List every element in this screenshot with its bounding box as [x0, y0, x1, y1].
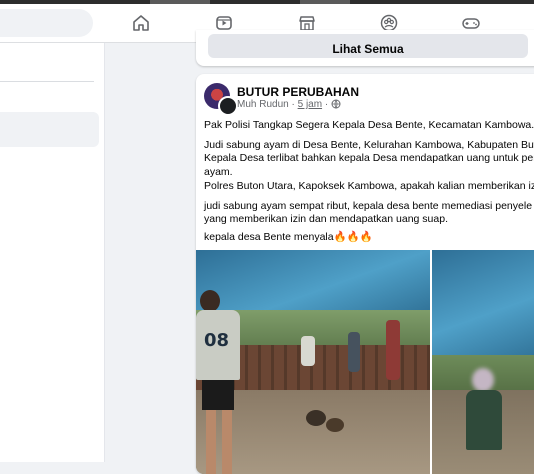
meta-separator-2: ·	[324, 99, 329, 110]
shirt-number: 08	[204, 330, 230, 351]
see-all-label: Lihat Semua	[332, 42, 404, 56]
sidebar-divider	[0, 81, 94, 82]
post-paragraph-5: kepala desa Bente menyala🔥🔥🔥	[204, 231, 373, 243]
photo-spectator-2	[348, 332, 360, 372]
photo-spectator-3	[301, 336, 315, 366]
photo2-blurred-face	[472, 368, 494, 392]
post-paragraph-2: Judi sabung ayam di Desa Bente, Keluraha…	[204, 139, 534, 178]
home-icon[interactable]	[130, 12, 152, 34]
post-paragraph-3: Polres Buton Utara, Kapoksek Kambowa, ap…	[204, 180, 534, 192]
post-paragraph-4: judi sabung ayam sempat ribut, kepala de…	[204, 200, 533, 226]
author-name[interactable]: Muh Rudun	[237, 99, 289, 110]
rooster-right	[326, 418, 344, 432]
search-input[interactable]	[0, 9, 93, 37]
globe-icon	[331, 99, 341, 112]
left-sidebar	[0, 43, 105, 462]
post-card: BUTUR PERUBAHAN Muh Rudun · 5 jam · Pak …	[196, 74, 534, 474]
post-paragraph-1: Pak Polisi Tangkap Segera Kepala Desa Be…	[204, 119, 534, 131]
photo2-tent	[432, 250, 534, 360]
author-avatar[interactable]	[218, 96, 238, 116]
photo2-person	[466, 390, 502, 450]
rooster-left	[306, 410, 326, 426]
post-time[interactable]: 5 jam	[298, 99, 322, 110]
photo-person-left: 08	[196, 290, 240, 474]
page-name[interactable]: BUTUR PERUBAHAN	[237, 85, 359, 99]
browser-top-strip	[0, 0, 534, 4]
see-all-button[interactable]: Lihat Semua	[208, 34, 528, 58]
meta-separator: ·	[291, 99, 295, 110]
post-photo-2[interactable]	[432, 250, 534, 474]
sidebar-item-selected[interactable]	[0, 112, 99, 147]
post-photo-1[interactable]: 08	[196, 250, 430, 474]
photo-spectator-red	[386, 320, 400, 380]
post-meta: Muh Rudun · 5 jam ·	[237, 99, 341, 112]
previous-card: Lihat Semua	[196, 30, 534, 66]
